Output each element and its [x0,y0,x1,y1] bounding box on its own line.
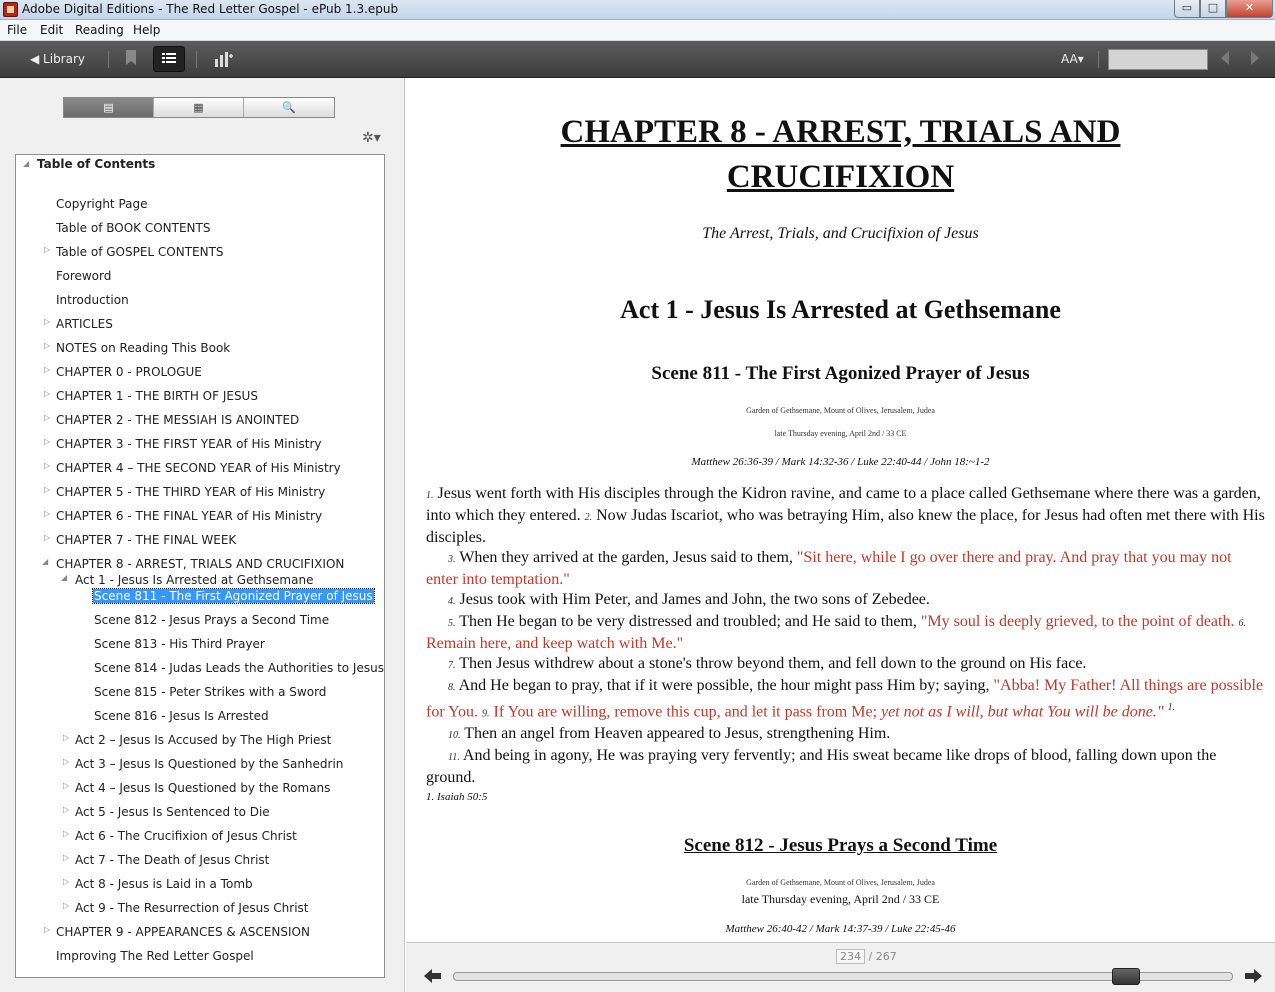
toc-item[interactable]: CHAPTER 3 - THE FIRST YEAR of His Minist… [56,437,322,451]
toc-item[interactable]: Act 8 - Jesus is Laid in a Tomb [75,877,253,891]
toc-item[interactable]: CHAPTER 4 – THE SECOND YEAR of His Minis… [56,461,341,475]
tab-search[interactable]: 🔍 [244,98,334,117]
toc-item[interactable]: CHAPTER 5 - THE THIRD YEAR of His Minist… [56,485,325,499]
chart-add-icon[interactable] [214,50,234,71]
scene-time-2: late Thursday evening, April 2nd / 33 CE [741,892,940,906]
menu-help[interactable]: Help [133,23,160,37]
bottom-bar: 234 / 267 [406,942,1275,992]
prev-icon[interactable] [1220,51,1230,68]
chapter-title-line1: CHAPTER 8 - ARREST, TRIALS AND [560,114,1121,150]
scene-time: late Thursday evening, April 2nd / 33 CE [774,429,907,438]
toc-item[interactable]: Introduction [56,293,129,307]
toc-item[interactable]: CHAPTER 0 - PROLOGUE [56,365,202,379]
toc-item[interactable]: Act 5 - Jesus Is Sentenced to Die [75,805,270,819]
tab-toc[interactable]: ▤ [64,98,154,117]
toc-item-chapter-8[interactable]: CHAPTER 8 - ARREST, TRIALS AND CRUCIFIXI… [56,557,344,571]
scene-title-2: Scene 812 - Jesus Prays a Second Time [683,835,998,856]
toc-item[interactable]: CHAPTER 1 - THE BIRTH OF JESUS [56,389,258,403]
toc-item[interactable]: ARTICLES [56,317,113,331]
toc-item[interactable]: Act 2 – Jesus Is Accused by The High Pri… [75,733,331,747]
toc-item-selected[interactable]: Scene 811 - The First Agonized Prayer of… [92,588,375,604]
toc-item[interactable]: Act 3 – Jesus Is Questioned by the Sanhe… [75,757,343,771]
tab-bookmarks[interactable]: ▦ [154,98,244,117]
toc-item[interactable]: Act 6 - The Crucifixion of Jesus Christ [75,829,297,843]
menu-reading[interactable]: Reading [75,23,124,37]
toc-item[interactable]: Scene 814 - Judas Leads the Authorities … [94,661,384,675]
reading-pane: CHAPTER 8 - ARREST, TRIALS AND CRUCIFIXI… [406,78,1275,942]
scene-refs-2: Matthew 26:40-42 / Mark 14:37-39 / Luke … [725,923,956,935]
toc-item[interactable]: Act 9 - The Resurrection of Jesus Christ [75,901,309,915]
total-pages: / 267 [868,950,897,963]
act-title: Act 1 - Jesus Is Arrested at Gethsemane [620,295,1061,324]
bookmark-icon[interactable] [125,50,137,69]
scene-location-2: Garden of Gethsemane, Mount of Olives, J… [746,878,935,887]
toc-item-act-1[interactable]: Act 1 - Jesus Is Arrested at Gethsemane [75,573,313,587]
title-bar: Adobe Digital Editions - The Red Letter … [0,0,1275,20]
toc-item[interactable]: NOTES on Reading This Book [56,341,230,355]
close-button[interactable]: ✕ [1226,0,1273,18]
collapse-icon[interactable]: ◢ [23,159,29,168]
toc-item[interactable]: CHAPTER 2 - THE MESSIAH IS ANOINTED [56,413,299,427]
scene-title: Scene 811 - The First Agonized Prayer of… [651,363,1030,384]
next-icon[interactable] [1250,51,1260,68]
menu-file[interactable]: File [7,23,27,37]
toc-item[interactable]: Scene 813 - His Third Prayer [94,637,265,651]
toc-item[interactable]: Scene 812 - Jesus Prays a Second Time [94,613,329,627]
minimize-button[interactable]: ▭ [1174,0,1200,18]
toc-item[interactable]: CHAPTER 9 - APPEARANCES & ASCENSION [56,925,310,939]
toc-item[interactable]: Act 4 – Jesus Is Questioned by the Roman… [75,781,330,795]
menu-bar: File Edit Reading Help [0,20,1275,41]
menu-edit[interactable]: Edit [40,23,63,37]
toc-item[interactable]: Copyright Page [56,197,148,211]
toc-panel: ◢ Table of Contents Copyright Page Table… [15,154,385,978]
toc-item[interactable]: Foreword [56,269,111,283]
scene-location: Garden of Gethsemane, Mount of Olives, J… [746,406,935,415]
toolbar: ◀ Library AA▾ [0,41,1275,78]
toc-item[interactable]: CHAPTER 6 - THE FINAL YEAR of His Minist… [56,509,322,523]
toc-item[interactable]: Act 7 - The Death of Jesus Christ [75,853,269,867]
next-page-icon[interactable] [1244,968,1262,988]
window-title: Adobe Digital Editions - The Red Letter … [22,2,399,16]
scene-refs: Matthew 26:36-39 / Mark 14:32-36 / Luke … [691,456,990,468]
toc-item[interactable]: Improving The Red Letter Gospel [56,949,254,963]
list-icon [162,53,176,63]
toolbar-search-input[interactable] [1108,49,1208,70]
font-size-button[interactable]: AA▾ [1061,52,1084,66]
scripture-text: 1. Jesus went forth with His disciples t… [426,485,1265,787]
footnote: 1. Isaiah 50:5 [426,791,488,803]
toc-item[interactable]: Table of BOOK CONTENTS [56,221,210,235]
page-slider-thumb[interactable] [1111,968,1140,985]
toc-item[interactable]: Scene 815 - Peter Strikes with a Sword [94,685,326,699]
toc-item[interactable]: CHAPTER 7 - THE FINAL WEEK [56,533,236,547]
prev-page-icon[interactable] [424,968,442,988]
current-page-input[interactable]: 234 [836,949,865,964]
toc-header[interactable]: Table of Contents [37,157,155,171]
chapter-title-line2: CRUCIFIXION [726,159,955,195]
app-icon [3,2,18,17]
gear-icon[interactable]: ✲▾ [362,130,381,146]
toc-item[interactable]: Table of GOSPEL CONTENTS [56,245,224,259]
library-button[interactable]: ◀ Library [30,52,85,66]
sidebar: ▤ ▦ 🔍 ✲▾ ◢ Table of Contents Copyright P… [0,78,405,992]
maximize-button[interactable]: □ [1200,0,1226,18]
toc-view-button[interactable] [153,46,185,72]
chapter-subtitle: The Arrest, Trials, and Crucifixion of J… [702,225,979,242]
sidebar-tab-group: ▤ ▦ 🔍 [63,97,335,118]
toc-item[interactable]: Scene 816 - Jesus Is Arrested [94,709,269,723]
page-indicator: 234 / 267 [836,949,897,964]
